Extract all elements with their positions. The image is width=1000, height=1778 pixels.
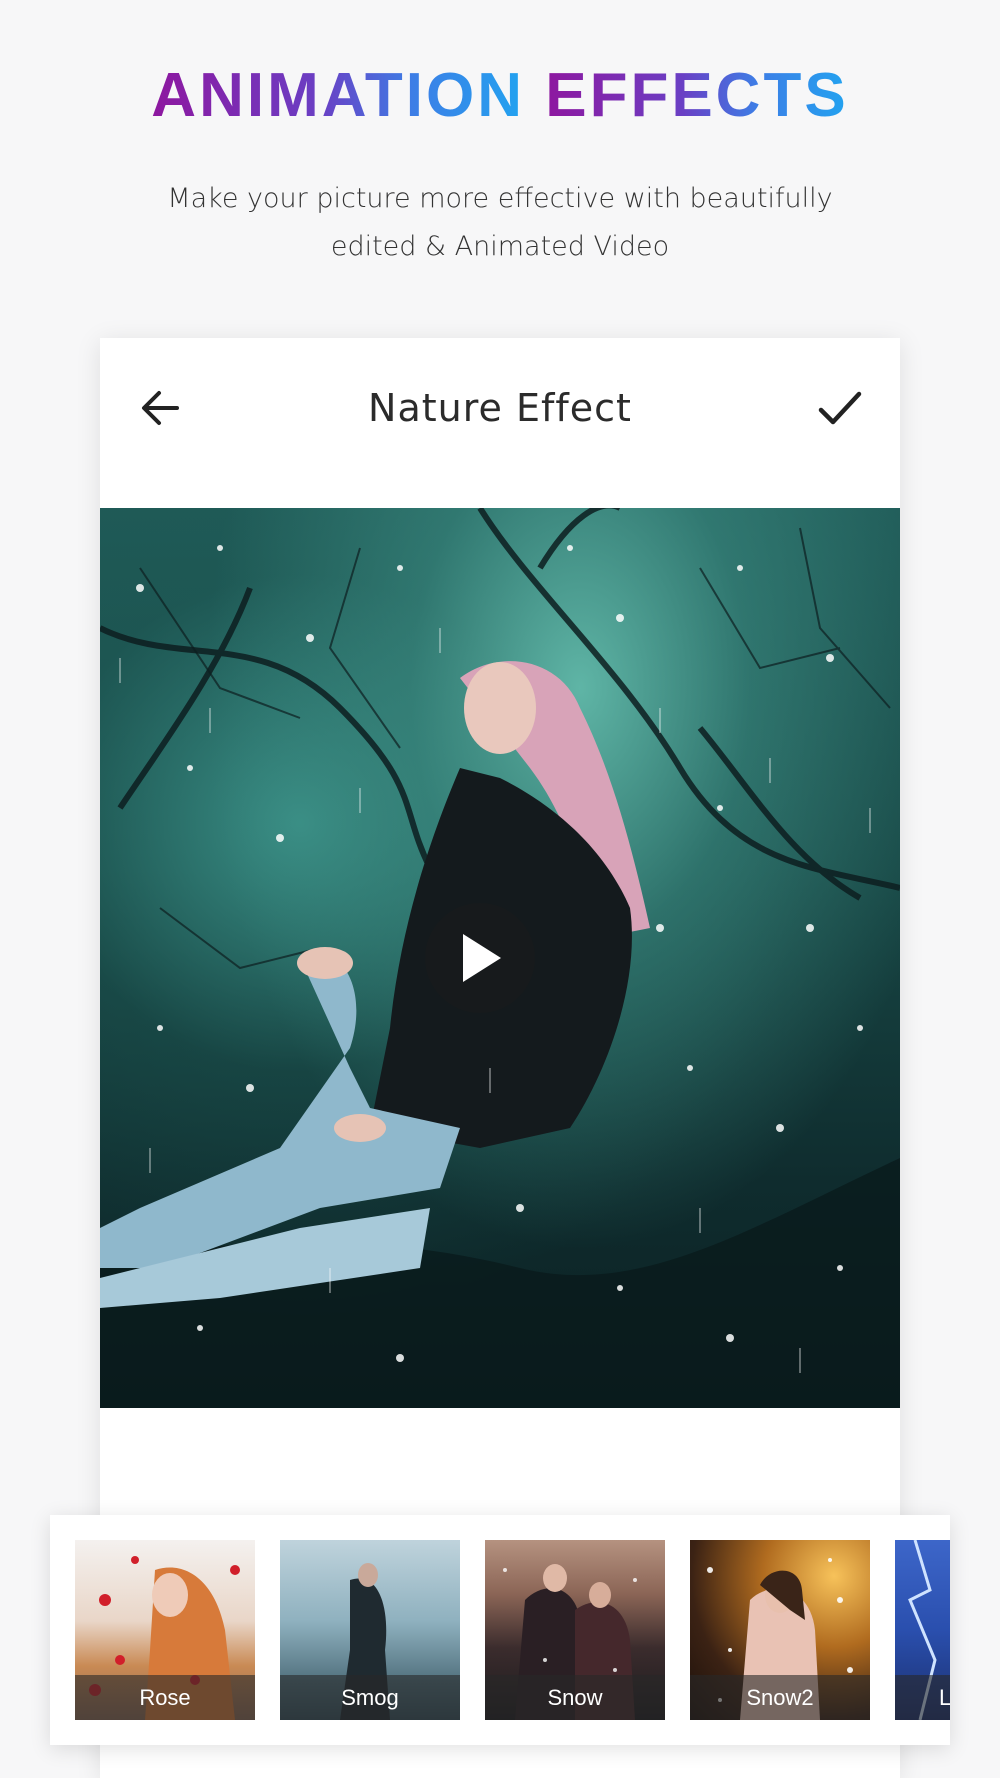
top-app-bar: Nature Effect: [100, 338, 900, 508]
effect-label: Smog: [280, 1675, 460, 1720]
effect-label: Snow: [485, 1675, 665, 1720]
effects-strip[interactable]: Rose Smog Snow Snow2 Li: [50, 1515, 950, 1745]
play-icon: [463, 934, 501, 982]
effect-thumb-smog[interactable]: Smog: [280, 1540, 460, 1720]
promo-subtitle: Make your picture more effective with be…: [120, 175, 880, 271]
confirm-button[interactable]: [810, 378, 870, 438]
check-icon: [818, 391, 862, 425]
screen-title: Nature Effect: [368, 386, 632, 430]
arrow-left-icon: [142, 391, 179, 425]
headline-word-2: EFFECTS: [545, 61, 849, 130]
effect-thumb-snow2[interactable]: Snow2: [690, 1540, 870, 1720]
back-button[interactable]: [130, 378, 190, 438]
effect-label: Li: [895, 1675, 950, 1720]
effect-thumb-snow[interactable]: Snow: [485, 1540, 665, 1720]
effect-label: Snow2: [690, 1675, 870, 1720]
play-button[interactable]: [425, 903, 535, 1013]
subtitle-line-2: edited & Animated Video: [330, 231, 670, 262]
video-preview[interactable]: [100, 508, 900, 1408]
effect-thumb-rose[interactable]: Rose: [75, 1540, 255, 1720]
promo-headline: ANIMATION EFFECTS: [0, 60, 1000, 132]
effect-thumb-partial[interactable]: Li: [895, 1540, 950, 1720]
effect-label: Rose: [75, 1675, 255, 1720]
headline-word-1: ANIMATION: [151, 61, 525, 130]
subtitle-line-1: Make your picture more effective with be…: [167, 183, 833, 214]
